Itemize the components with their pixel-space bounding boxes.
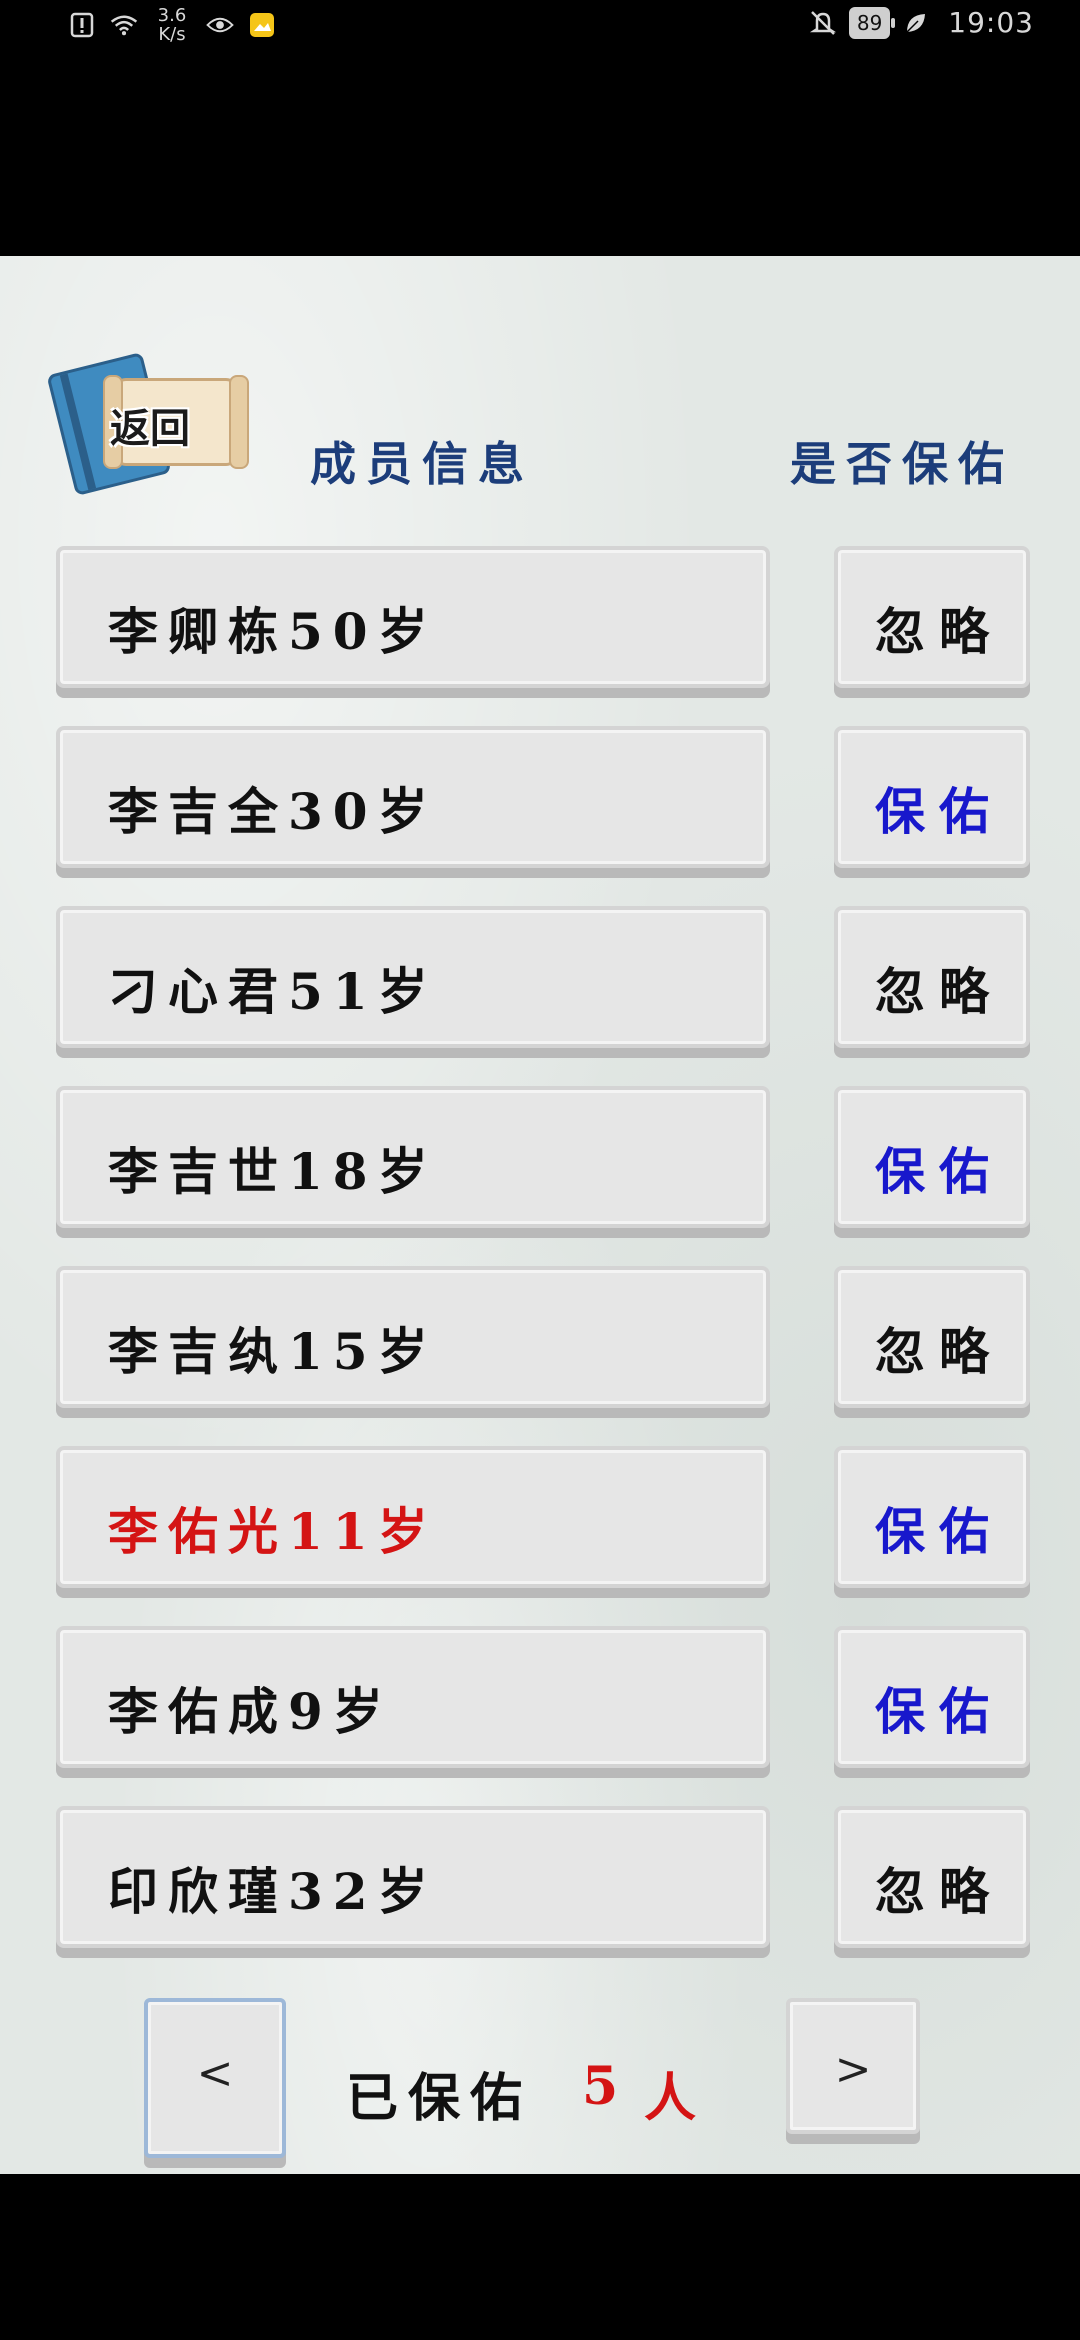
battery-indicator: 89 xyxy=(848,6,896,39)
blessed-count-value: 5 xyxy=(582,2056,619,2117)
member-name-card[interactable]: 李吉纨15岁 xyxy=(56,1266,770,1408)
member-row: 李吉全30岁 保佑 xyxy=(56,726,1034,876)
wifi-icon xyxy=(110,11,138,39)
net-speed-value: 3.6 xyxy=(157,5,187,26)
bless-status: 忽略 xyxy=(875,962,1003,1021)
status-bar: 3.6 K/s 89 19:03 xyxy=(0,0,1080,60)
mute-icon xyxy=(809,9,837,37)
bless-toggle-button[interactable]: 保佑 xyxy=(834,726,1030,868)
blessed-count-label: 已保佑 xyxy=(346,2068,533,2129)
member-name-card[interactable]: 李佑光11岁 xyxy=(56,1446,770,1588)
bless-status: 忽略 xyxy=(875,1862,1003,1921)
clock: 19:03 xyxy=(948,6,1034,39)
member-panel: 返回 成员信息 是否保佑 李卿栋50岁 忽略 李吉全30岁 保佑 刁心君51岁 xyxy=(0,256,1080,2174)
eye-icon xyxy=(206,11,234,39)
member-row: 李吉世18岁 保佑 xyxy=(56,1086,1034,1236)
member-row: 李佑成9岁 保佑 xyxy=(56,1626,1034,1776)
leaf-icon xyxy=(902,9,930,37)
bless-toggle-button[interactable]: 忽略 xyxy=(834,1266,1030,1408)
member-row: 李卿栋50岁 忽略 xyxy=(56,546,1034,696)
member-name: 印欣瑾32岁 xyxy=(108,1862,438,1921)
member-name-card[interactable]: 印欣瑾32岁 xyxy=(56,1806,770,1948)
net-speed-unit: K/s xyxy=(158,24,186,45)
next-label: > xyxy=(834,2044,872,2095)
bless-status-header: 是否保佑 xyxy=(790,437,1014,491)
status-left: 3.6 K/s xyxy=(68,6,276,44)
bless-toggle-button[interactable]: 保佑 xyxy=(834,1086,1030,1228)
member-info-header: 成员信息 xyxy=(310,437,534,491)
alert-icon xyxy=(68,11,96,39)
member-name-card[interactable]: 李吉世18岁 xyxy=(56,1086,770,1228)
bless-toggle-button[interactable]: 保佑 xyxy=(834,1446,1030,1588)
bless-status: 保佑 xyxy=(875,1502,1003,1561)
back-button[interactable]: 返回 xyxy=(46,348,249,497)
member-name: 李吉世18岁 xyxy=(108,1142,438,1201)
back-label: 返回 xyxy=(110,406,190,452)
member-name: 李佑光11岁 xyxy=(108,1502,438,1561)
bless-status: 忽略 xyxy=(875,602,1003,661)
member-name-card[interactable]: 刁心君51岁 xyxy=(56,906,770,1048)
prev-page-button[interactable]: < xyxy=(144,1998,286,2158)
prev-label: < xyxy=(196,2048,234,2099)
member-name-card[interactable]: 李卿栋50岁 xyxy=(56,546,770,688)
member-row: 刁心君51岁 忽略 xyxy=(56,906,1034,1056)
member-name: 李卿栋50岁 xyxy=(108,602,438,661)
bless-toggle-button[interactable]: 忽略 xyxy=(834,1806,1030,1948)
member-name: 李吉全30岁 xyxy=(108,782,438,841)
member-row: 印欣瑾32岁 忽略 xyxy=(56,1806,1034,1956)
bless-status: 保佑 xyxy=(875,1682,1003,1741)
member-name: 刁心君51岁 xyxy=(108,962,438,1021)
member-row: 李佑光11岁 保佑 xyxy=(56,1446,1034,1596)
bless-toggle-button[interactable]: 保佑 xyxy=(834,1626,1030,1768)
status-right: 89 19:03 xyxy=(809,6,1034,39)
bless-toggle-button[interactable]: 忽略 xyxy=(834,546,1030,688)
member-row: 李吉纨15岁 忽略 xyxy=(56,1266,1034,1416)
bless-toggle-button[interactable]: 忽略 xyxy=(834,906,1030,1048)
member-name-card[interactable]: 李吉全30岁 xyxy=(56,726,770,868)
member-name-card[interactable]: 李佑成9岁 xyxy=(56,1626,770,1768)
bless-status: 保佑 xyxy=(875,1142,1003,1201)
bless-status: 忽略 xyxy=(875,1322,1003,1381)
member-name: 李佑成9岁 xyxy=(108,1682,393,1741)
next-page-button[interactable]: > xyxy=(786,1998,920,2134)
member-name: 李吉纨15岁 xyxy=(108,1322,438,1381)
gallery-icon xyxy=(248,11,276,39)
bless-status: 保佑 xyxy=(875,782,1003,841)
blessed-count-unit: 人 xyxy=(644,2068,697,2129)
net-speed: 3.6 K/s xyxy=(152,6,192,44)
